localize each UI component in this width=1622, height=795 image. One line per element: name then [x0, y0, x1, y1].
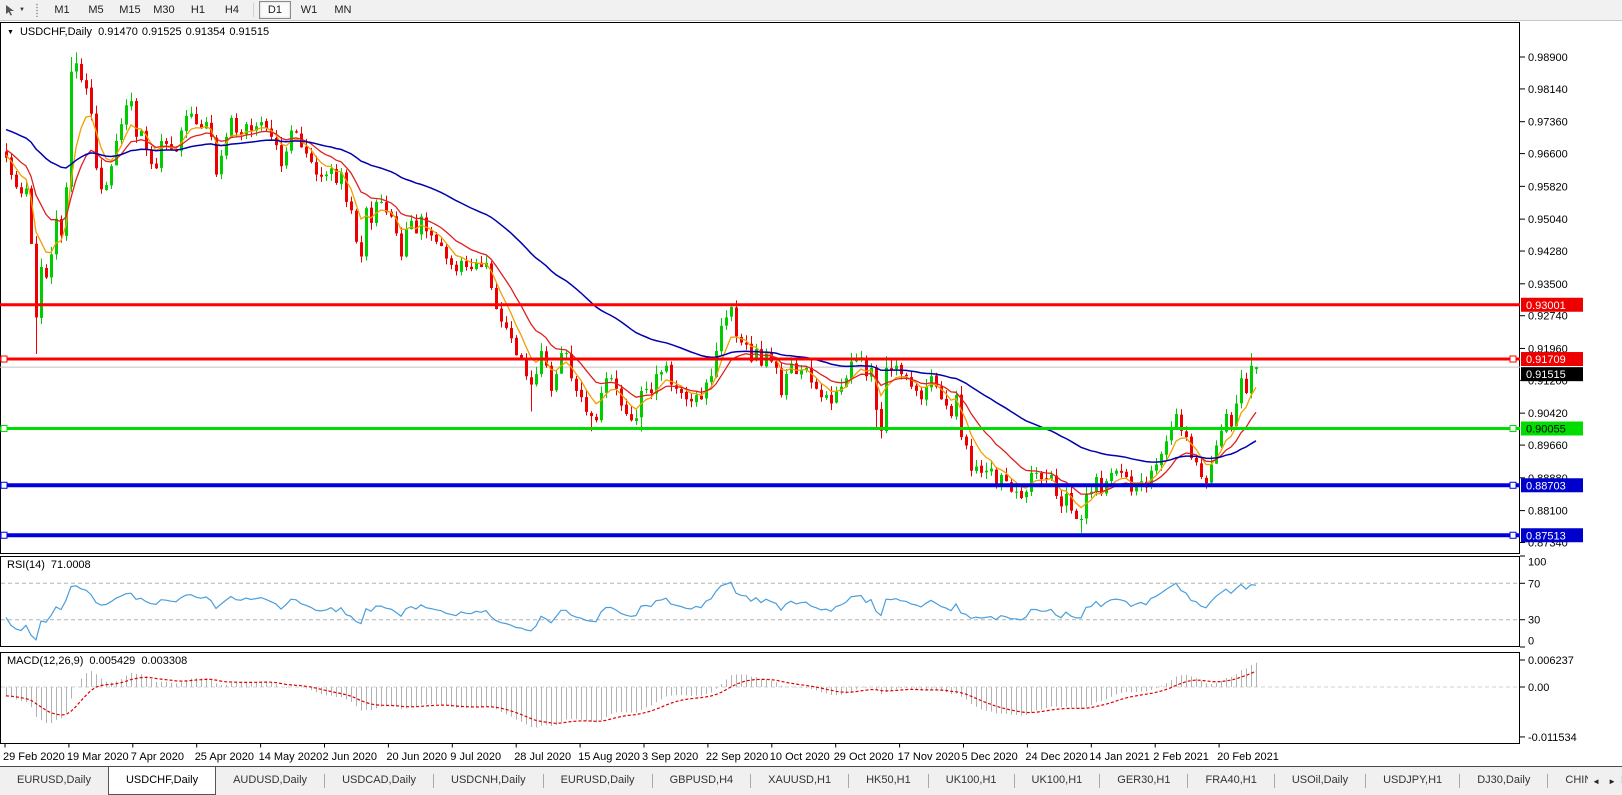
macd-histogram — [6, 662, 1257, 728]
date-label: 17 Nov 2020 — [898, 751, 960, 763]
ohlc-low: 0.91354 — [185, 26, 226, 38]
macd-name: MACD(12,26,9) — [7, 655, 84, 667]
date-label: 5 Dec 2020 — [962, 751, 1018, 763]
candlestick-series — [5, 52, 1258, 533]
date-label: 14 May 2020 — [259, 751, 323, 763]
tabs-scroll-right-button[interactable]: ► — [1608, 777, 1616, 786]
collapse-chart-icon[interactable]: ▼ — [7, 29, 14, 36]
svg-text:0.93001: 0.93001 — [1526, 300, 1566, 312]
rsi-axis: 100 70 30 0 — [1520, 555, 1546, 648]
rsi-value: 71.0008 — [50, 559, 91, 571]
price-axis-label: 0.95820 — [1528, 181, 1568, 193]
price-axis-label: 0.93500 — [1528, 279, 1568, 291]
date-label: 2 Jun 2020 — [323, 751, 377, 763]
svg-text:0.87513: 0.87513 — [1526, 530, 1566, 542]
date-label: 3 Sep 2020 — [642, 751, 698, 763]
rsi-axis-label: 0 — [1528, 636, 1534, 648]
chart-tab-uk100-h1[interactable]: UK100,H1 — [1015, 767, 1100, 795]
chart-tab-usdchf-daily[interactable]: USDCHF,Daily — [107, 767, 217, 795]
price-axis-label: 0.96600 — [1528, 149, 1568, 161]
price-axis-label: 0.89660 — [1528, 440, 1568, 452]
price-panel — [0, 22, 1520, 554]
ohlc-high: 0.91525 — [141, 26, 182, 38]
date-label: 19 Mar 2020 — [67, 751, 129, 763]
price-axis-label: 0.98140 — [1528, 84, 1568, 96]
ohlc-open: 0.91470 — [98, 26, 138, 38]
svg-text:0.91515: 0.91515 — [1526, 369, 1566, 381]
level-line-handle[interactable] — [0, 424, 8, 432]
rsi-name: RSI(14) — [7, 559, 45, 571]
price-axis-label: 0.98900 — [1528, 52, 1568, 64]
chart-tab-usdjpy-h1[interactable]: USDJPY,H1 — [1366, 767, 1459, 795]
date-label: 20 Jun 2020 — [386, 751, 447, 763]
macd-axis-label: 0.00 — [1528, 682, 1549, 694]
chart-tab-eurusd-daily[interactable]: EURUSD,Daily — [544, 767, 652, 795]
chart-tab-eurusd-daily[interactable]: EURUSD,Daily — [0, 767, 108, 795]
date-label: 9 Jul 2020 — [450, 751, 501, 763]
macd-panel — [0, 652, 1520, 744]
svg-text:0.91709: 0.91709 — [1526, 354, 1566, 366]
chart-tab-usoil-daily[interactable]: USOil,Daily — [1275, 767, 1365, 795]
date-label: 29 Feb 2020 — [3, 751, 65, 763]
chart-tab-dj30-daily[interactable]: DJ30,Daily — [1460, 767, 1547, 795]
date-label: 7 Apr 2020 — [131, 751, 184, 763]
date-label: 24 Dec 2020 — [1025, 751, 1087, 763]
date-label: 15 Aug 2020 — [578, 751, 640, 763]
rsi-axis-label: 70 — [1528, 578, 1540, 590]
chart-tab-hk50-h1[interactable]: HK50,H1 — [849, 767, 928, 795]
level-line-handle[interactable] — [0, 531, 8, 539]
macd-axis-label: -0.011534 — [1528, 732, 1577, 744]
macd-signal-value: 0.003308 — [141, 655, 188, 667]
chart-tab-ger30-h1[interactable]: GER30,H1 — [1100, 767, 1187, 795]
chart-symbol-period: USDCHF,Daily — [19, 26, 93, 38]
chart-canvas[interactable]: 0.98900 0.98140 0.97360 0.96600 0.95820 0.950… — [0, 0, 1622, 766]
level-line-handle[interactable] — [1509, 531, 1517, 539]
price-axis-label: 0.94280 — [1528, 246, 1568, 258]
macd-indicator-label: MACD(12,26,9) 0.005429 0.003308 — [7, 655, 187, 667]
price-axis-label: 0.95040 — [1528, 214, 1568, 226]
chart-tab-audusd-daily[interactable]: AUDUSD,Daily — [216, 767, 324, 795]
symbol-tab-bar: EURUSD,Daily USDCHF,Daily AUDUSD,Daily USDC… — [0, 766, 1622, 795]
rsi-axis-label: 30 — [1528, 615, 1540, 627]
date-label: 22 Sep 2020 — [706, 751, 768, 763]
price-axis-label: 0.90420 — [1528, 408, 1568, 420]
ohlc-close: 0.91515 — [229, 26, 270, 38]
chart-tab-xauusd-h1[interactable]: XAUUSD,H1 — [751, 767, 848, 795]
price-axis-label: 0.97360 — [1528, 117, 1568, 129]
ma-fast-line — [5, 115, 1257, 509]
rsi-line — [5, 581, 1257, 641]
price-axis-label: 0.88100 — [1528, 506, 1568, 518]
date-label: 20 Feb 2021 — [1217, 751, 1279, 763]
date-label: 14 Jan 2021 — [1089, 751, 1150, 763]
level-line-handle[interactable] — [1509, 355, 1517, 363]
date-label: 29 Oct 2020 — [834, 751, 894, 763]
rsi-indicator-label: RSI(14) 71.0008 — [7, 559, 91, 571]
macd-main-value: 0.005429 — [89, 655, 136, 667]
price-axis-label: 0.92740 — [1528, 311, 1568, 323]
tabs-scroll-left-button[interactable]: ◄ — [1592, 777, 1600, 786]
level-line-handle[interactable] — [1509, 481, 1517, 489]
horizontal-level-lines[interactable] — [0, 303, 1520, 539]
level-line-handle[interactable] — [0, 481, 8, 489]
level-line-handle[interactable] — [1509, 424, 1517, 432]
date-label: 2 Feb 2021 — [1153, 751, 1209, 763]
rsi-axis-label: 100 — [1528, 557, 1546, 569]
level-line-handle[interactable] — [0, 355, 8, 363]
chart-tab-usdcnh-daily[interactable]: USDCNH,Daily — [434, 767, 543, 795]
date-label: 10 Oct 2020 — [770, 751, 830, 763]
chart-tab-usdcad-daily[interactable]: USDCAD,Daily — [325, 767, 433, 795]
date-label: 25 Apr 2020 — [195, 751, 254, 763]
chart-tab-uk100-h1[interactable]: UK100,H1 — [929, 767, 1014, 795]
chart-title: ▼ USDCHF,Daily 0.91470 0.91525 0.91354 0… — [7, 26, 269, 38]
svg-text:0.90055: 0.90055 — [1526, 423, 1566, 435]
chart-tab-fra40-h1[interactable]: FRA40,H1 — [1188, 767, 1273, 795]
chart-tab-gbpusd-h4[interactable]: GBPUSD,H4 — [653, 767, 751, 795]
svg-text:0.88703: 0.88703 — [1526, 480, 1566, 492]
macd-axis-label: 0.006237 — [1528, 655, 1574, 667]
date-label: 28 Jul 2020 — [514, 751, 571, 763]
macd-axis: 0.006237 0.00 -0.011534 — [1520, 655, 1577, 744]
date-axis: 29 Feb 2020 19 Mar 2020 7 Apr 2020 25 Apr 2… — [3, 743, 1279, 763]
